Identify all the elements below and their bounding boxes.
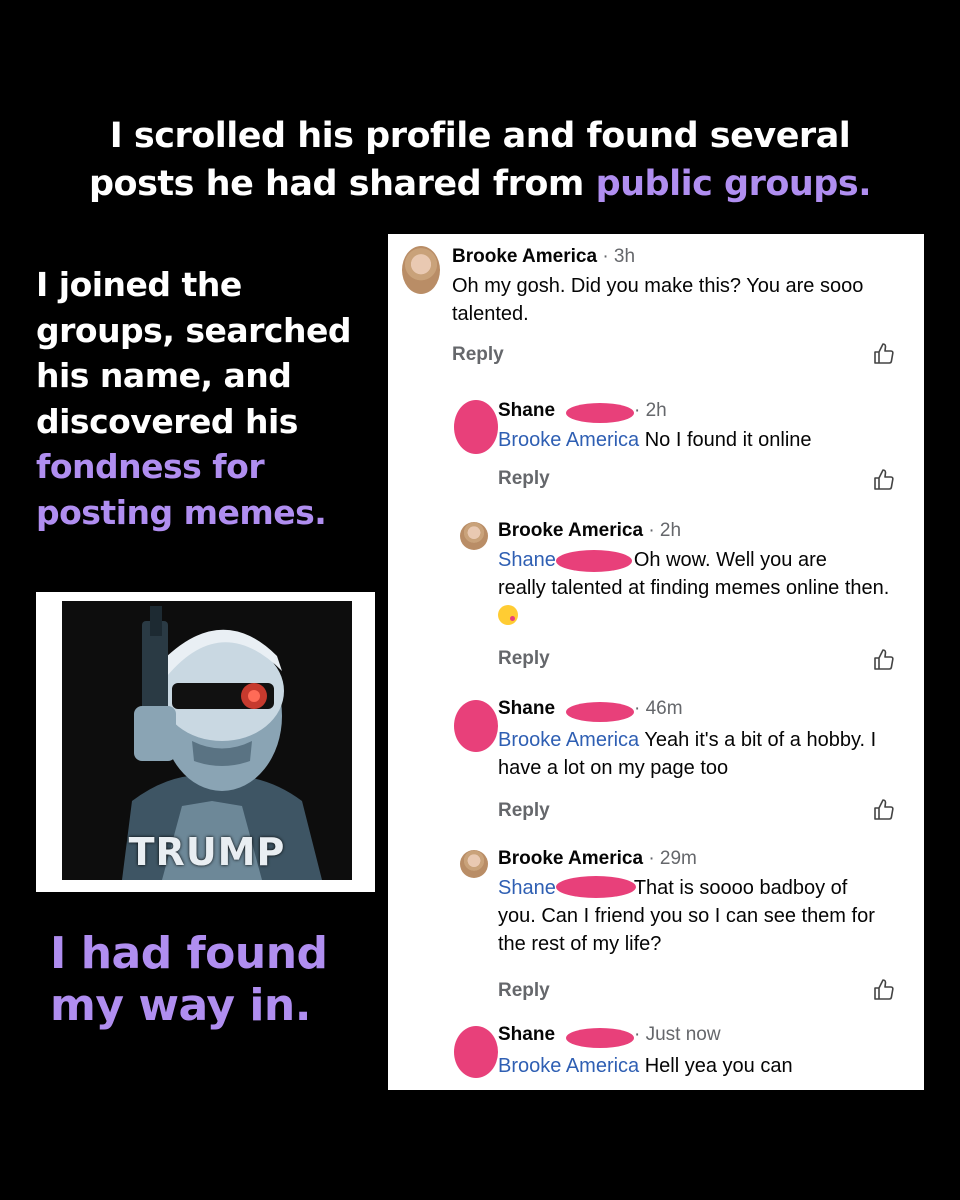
narration-plain: I joined the groups, searched his name, … — [36, 265, 351, 441]
meme-artwork: TRUMP — [62, 601, 352, 880]
narration-accent: fondness for posting memes. — [36, 447, 327, 532]
comment-message-line-1: Oh wow. Well you are — [633, 549, 827, 571]
mention-link[interactable]: Shane — [498, 549, 556, 571]
headline-plain: posts he had shared from — [88, 164, 596, 204]
thumbs-up-icon[interactable] — [872, 468, 896, 492]
narration-text: I joined the groups, searched his name, … — [36, 262, 386, 535]
mention-link[interactable]: Brooke America — [498, 1055, 639, 1077]
author-name[interactable]: Brooke America — [498, 520, 643, 541]
thumbs-up-icon[interactable] — [872, 342, 896, 366]
comment-header: Shane — [498, 400, 555, 422]
author-name[interactable]: Brooke America — [452, 246, 597, 267]
reply-button[interactable]: Reply — [498, 980, 550, 1002]
avatar[interactable] — [402, 246, 440, 294]
avatar[interactable] — [460, 522, 488, 550]
comment-message: No I found it online — [644, 429, 812, 451]
comment-reply: Brooke America · 29m Shane That is soooo … — [388, 848, 924, 1008]
comment-header: Brooke America · 2h — [498, 520, 681, 542]
comment-text: Brooke America Hell yea you can — [498, 1052, 908, 1080]
reply-button[interactable]: Reply — [498, 800, 550, 822]
comment-thread: Brooke America · 3h Oh my gosh. Did you … — [388, 234, 924, 1090]
comment-header: Shane — [498, 1024, 555, 1046]
avatar[interactable] — [460, 850, 488, 878]
comment-reply: Shane · 2h Brooke America No I found it … — [388, 394, 924, 504]
timestamp[interactable]: · 2h — [648, 520, 681, 541]
thumbs-up-icon[interactable] — [872, 798, 896, 822]
redacted-name — [566, 1028, 634, 1048]
comment-time: · 46m — [634, 698, 683, 720]
comment-header: Brooke America · 29m — [498, 848, 697, 870]
meme-caption: TRUMP — [128, 830, 286, 874]
author-name[interactable]: Shane — [498, 1024, 555, 1045]
comment-reply: Brooke America · 2h Shane Oh wow. Well yo… — [388, 516, 924, 676]
comment-message-line-1: That is soooo badboy of — [633, 877, 848, 899]
comment-header: Brooke America · 3h — [452, 246, 635, 268]
author-name[interactable]: Shane — [498, 698, 555, 719]
timestamp[interactable]: · 2h — [634, 400, 667, 421]
mention-link[interactable]: Shane — [498, 877, 556, 899]
author-name[interactable]: Brooke America — [498, 848, 643, 869]
timestamp[interactable]: · 3h — [602, 246, 635, 267]
comment-time: · 2h — [634, 400, 667, 422]
thumbs-up-icon[interactable] — [872, 648, 896, 672]
comment-message: Hell yea you can — [644, 1055, 793, 1077]
meme-image: TRUMP — [36, 592, 375, 892]
redacted-name — [566, 702, 634, 722]
comment: Brooke America · 3h Oh my gosh. Did you … — [388, 234, 924, 384]
redacted-avatar — [454, 400, 498, 454]
comment-reply: Shane · Just now Brooke America Hell yea… — [388, 1024, 924, 1090]
timestamp[interactable]: · 29m — [648, 848, 697, 869]
reply-button[interactable]: Reply — [498, 648, 550, 670]
author-name[interactable]: Shane — [498, 400, 555, 421]
comment-text: Brooke America No I found it online — [498, 426, 908, 454]
headline: I scrolled his profile and found several… — [40, 112, 920, 208]
thumbs-up-icon[interactable] — [872, 978, 896, 1002]
redacted-avatar — [454, 1026, 498, 1078]
timestamp[interactable]: · Just now — [634, 1024, 721, 1045]
mention-link[interactable]: Brooke America — [498, 729, 639, 751]
comment-text: Shane That is soooo badboy of you. Can I … — [498, 874, 908, 958]
timestamp[interactable]: · 46m — [634, 698, 683, 719]
headline-line-2: posts he had shared from public groups. — [40, 160, 920, 208]
redacted-avatar — [454, 700, 498, 752]
comment-reply: Shane · 46m Brooke America Yeah it's a b… — [388, 696, 924, 826]
comment-time: · Just now — [634, 1024, 721, 1046]
comment-message: really talented at finding memes online … — [498, 577, 890, 599]
headline-accent: public groups. — [595, 164, 872, 204]
comment-message: you. Can I friend you so I can see them … — [498, 905, 875, 955]
headline-line-1: I scrolled his profile and found several — [109, 116, 851, 156]
comment-text: Oh my gosh. Did you make this? You are s… — [452, 275, 864, 325]
comment-header: Shane — [498, 698, 555, 720]
comment-text: Shane Oh wow. Well you are really talente… — [498, 546, 908, 630]
kissing-face-emoji — [498, 605, 518, 625]
comment-text: Brooke America Yeah it's a bit of a hobb… — [498, 726, 888, 782]
reply-button[interactable]: Reply — [452, 344, 504, 366]
closing-text: I had found my way in. — [50, 928, 328, 1031]
reply-button[interactable]: Reply — [498, 468, 550, 490]
mention-link[interactable]: Brooke America — [498, 429, 639, 451]
redacted-name — [566, 403, 634, 423]
